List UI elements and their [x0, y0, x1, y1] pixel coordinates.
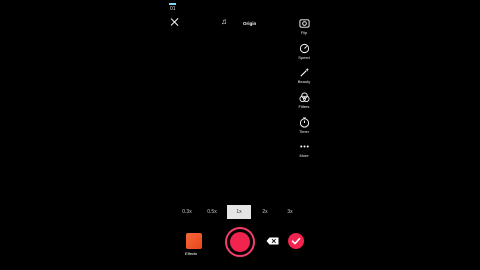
recording-progress-bar	[169, 3, 176, 5]
side-item-label: Filters	[298, 104, 310, 109]
timer-icon	[299, 117, 309, 128]
beauty-wand-icon	[299, 67, 309, 77]
recording-timer: 01	[170, 6, 176, 12]
side-item-beauty[interactable]: Beauty	[294, 67, 314, 84]
side-item-label: Timer	[298, 129, 310, 134]
effects-button[interactable]	[186, 233, 202, 249]
delete-clip-icon[interactable]	[266, 237, 279, 245]
zoom-option-selected[interactable]: 1x	[227, 205, 251, 219]
zoom-option[interactable]: 0.3x	[175, 205, 199, 219]
sound-label[interactable]: Origin	[243, 21, 256, 26]
side-item-label: More	[299, 153, 309, 158]
zoom-option[interactable]: 2x	[253, 205, 277, 219]
side-item-filters[interactable]: Filters	[294, 92, 314, 109]
record-button-inner	[230, 232, 250, 252]
zoom-selector: 0.3x 0.5x 1x 2x 3x	[175, 205, 305, 219]
side-item-timer[interactable]: Timer	[294, 117, 314, 134]
close-icon[interactable]	[170, 17, 180, 27]
checkmark-icon	[291, 237, 301, 245]
side-item-flip[interactable]: Flip	[294, 18, 314, 35]
zoom-option[interactable]: 0.5x	[200, 205, 224, 219]
side-item-label: Flip	[300, 30, 308, 35]
music-note-icon[interactable]: ♫	[221, 17, 227, 26]
camera-screen: 01 ♫ Origin Flip Speed Beauty Filters Ti…	[165, 0, 315, 270]
side-item-label: Beauty	[297, 79, 311, 84]
zoom-option[interactable]: 3x	[278, 205, 302, 219]
side-item-label: Speed	[298, 55, 310, 60]
side-item-speed[interactable]: Speed	[294, 43, 314, 60]
effects-label: Effects	[185, 251, 198, 256]
side-item-more[interactable]: More	[294, 141, 314, 158]
flip-camera-icon	[298, 19, 310, 28]
more-dots-icon	[299, 145, 309, 148]
confirm-button[interactable]	[288, 233, 304, 249]
record-button[interactable]	[225, 227, 255, 257]
speed-icon	[299, 43, 309, 54]
filters-icon	[299, 92, 309, 103]
